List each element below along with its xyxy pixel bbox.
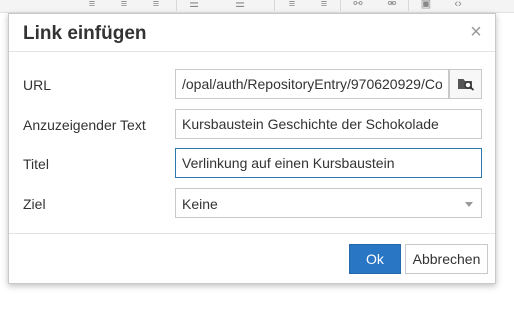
indent-icon[interactable]: ≡	[316, 0, 332, 9]
folder-search-icon	[457, 79, 474, 91]
dialog-footer: Ok Abbrechen	[9, 233, 495, 284]
target-select-value: Keine	[182, 196, 218, 212]
unlink-icon[interactable]: ⚮	[384, 0, 400, 9]
bullet-list-icon[interactable]: ☰	[186, 0, 202, 9]
display-text-field[interactable]	[175, 109, 482, 139]
background-link-fragment	[0, 31, 6, 41]
insert-link-dialog: Link einfügen × URL Anzuzeigender Text T…	[8, 13, 496, 284]
target-label: Ziel	[23, 196, 46, 212]
editor-toolbar: ≡ ≡ ≡ ☰ ☰ ≡ ≡ ⚯ ⚮ ▣ ‹›	[0, 0, 514, 13]
toolbar-divider	[274, 0, 275, 11]
title-row: Titel	[9, 148, 495, 180]
ok-button[interactable]: Ok	[349, 244, 401, 274]
toolbar-divider	[340, 0, 341, 11]
numbered-list-icon[interactable]: ☰	[232, 0, 248, 9]
chevron-down-icon	[465, 202, 473, 207]
align-left-icon[interactable]: ≡	[84, 0, 100, 9]
title-label: Titel	[23, 156, 49, 172]
image-icon[interactable]: ▣	[418, 0, 434, 9]
title-field[interactable]	[175, 148, 482, 178]
align-right-icon[interactable]: ≡	[148, 0, 164, 9]
cancel-button[interactable]: Abbrechen	[405, 244, 488, 274]
toolbar-divider	[408, 0, 409, 11]
align-center-icon[interactable]: ≡	[116, 0, 132, 9]
text-row: Anzuzeigender Text	[9, 109, 495, 141]
url-field[interactable]	[175, 69, 449, 99]
link-icon[interactable]: ⚯	[350, 0, 366, 9]
target-select[interactable]: Keine	[175, 188, 482, 218]
close-icon[interactable]: ×	[467, 22, 485, 42]
dialog-title: Link einfügen	[23, 23, 147, 44]
outdent-icon[interactable]: ≡	[284, 0, 300, 9]
url-label: URL	[23, 77, 52, 93]
dialog-header: Link einfügen ×	[9, 14, 495, 52]
url-row: URL	[9, 69, 495, 101]
text-label: Anzuzeigender Text	[23, 117, 146, 133]
toolbar-divider	[176, 0, 177, 11]
target-row: Ziel Keine	[9, 188, 495, 220]
browse-button[interactable]	[449, 69, 482, 99]
code-icon[interactable]: ‹›	[450, 0, 466, 9]
